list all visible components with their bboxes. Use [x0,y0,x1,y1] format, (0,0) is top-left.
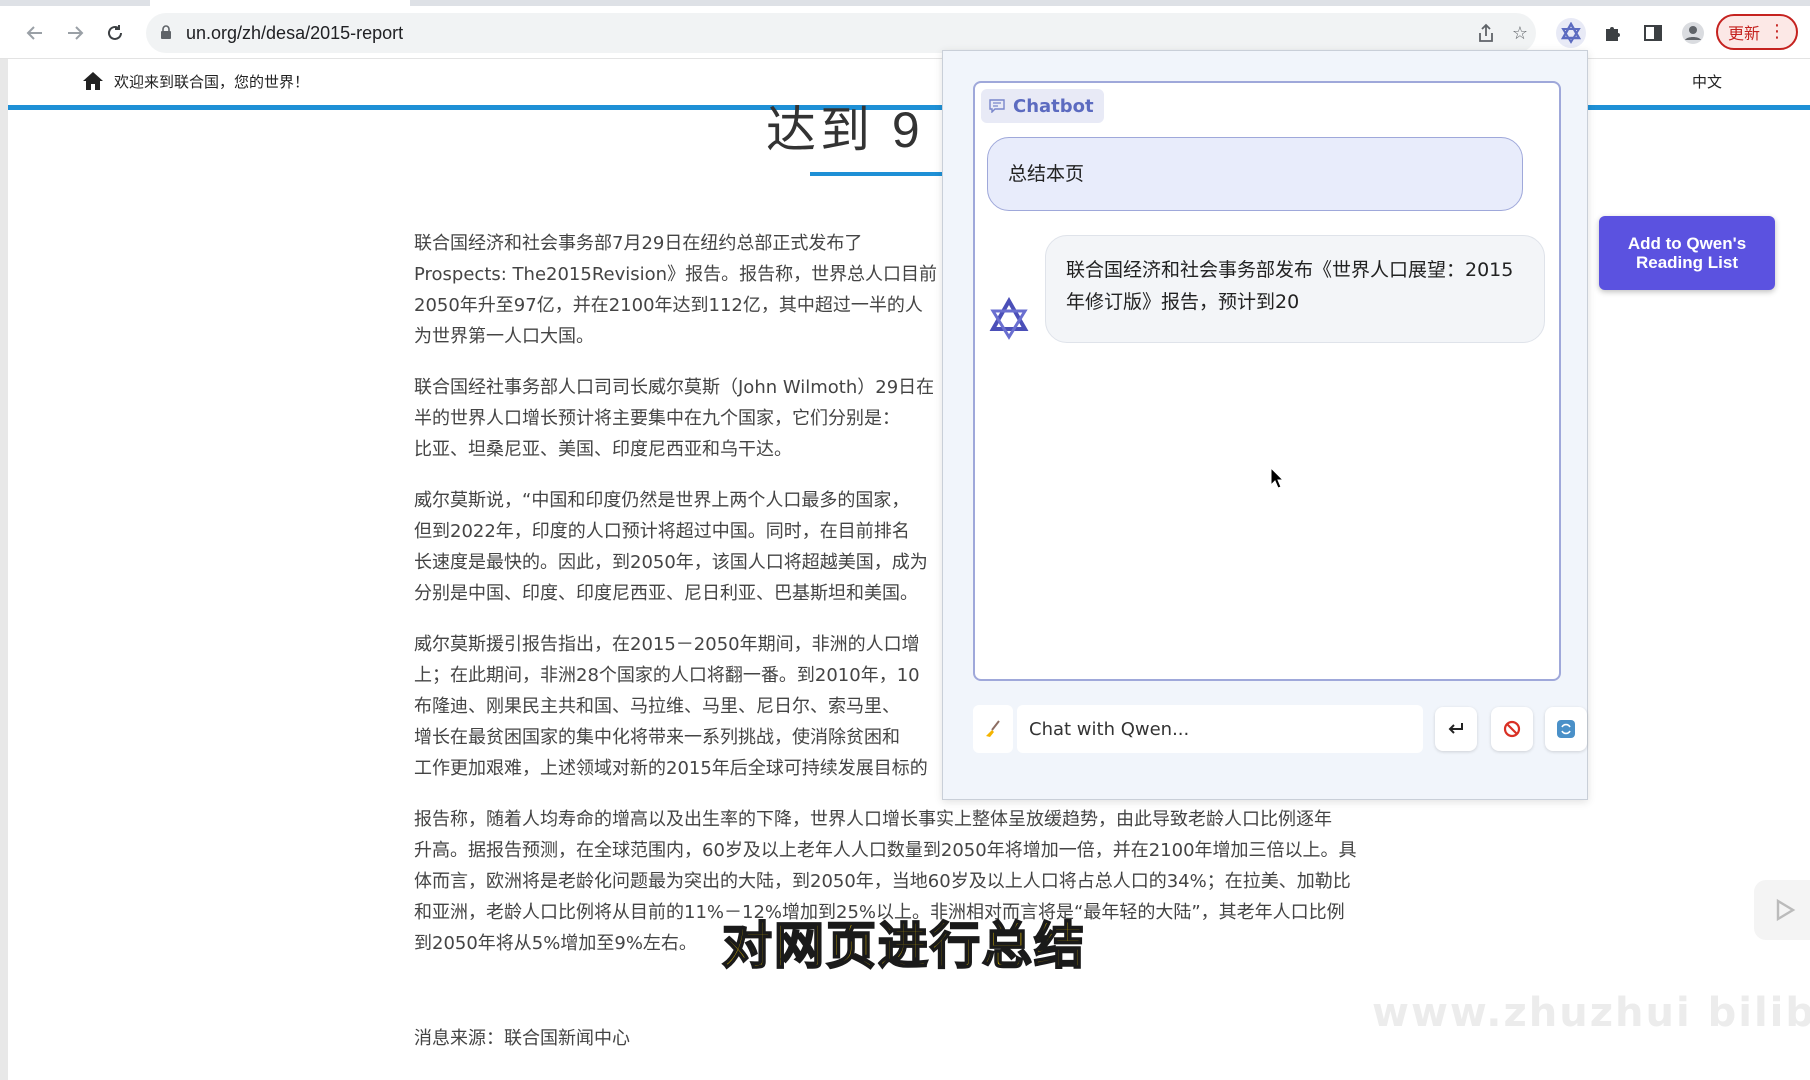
reload-button[interactable] [98,16,132,50]
update-button[interactable]: 更新 ⋮ [1716,14,1798,50]
arrow-right-icon [68,26,84,40]
reload-icon [108,25,122,40]
stop-button[interactable] [1491,707,1533,751]
play-icon [1776,898,1796,922]
side-panel-icon[interactable] [1638,18,1668,48]
qwen-logo-icon [1560,22,1582,44]
add-to-reading-list-button[interactable]: Add to Qwen's Reading List [1599,216,1775,290]
star-icon[interactable]: ☆ [1506,19,1534,47]
article-line: 体而言，欧洲将是老龄化问题最为突出的大陆，到2050年，当地60岁及以上人口将占… [414,871,1351,892]
kebab-menu-icon: ⋮ [1768,21,1786,42]
source-credit: 消息来源：联合国新闻中心 [414,1028,630,1049]
share-icon[interactable] [1472,19,1500,47]
qwen-extension-button[interactable] [1556,18,1586,48]
update-label: 更新 [1727,24,1760,43]
chatbot-label-text: Chatbot [1013,95,1094,117]
refresh-button[interactable] [1545,707,1587,751]
bot-message: 联合国经济和社会事务部发布《世界人口展望：2015年修订版》报告，预计到20 [1045,235,1545,343]
chat-input[interactable] [1017,705,1423,753]
lock-icon [161,25,171,39]
refresh-icon [1557,720,1575,738]
user-message: 总结本页 [987,137,1523,211]
watermark: www.zhuzhui bilibili [1372,990,1810,1036]
qwen-avatar-icon [989,297,1029,340]
page-title: 达到 9 [766,102,924,158]
page-edge [0,59,8,1080]
url-text: un.org/zh/desa/2015-report [186,23,404,43]
chat-bubble-icon [989,99,1005,113]
stop-icon [1503,720,1521,738]
article-line: 报告称，随着人均寿命的增高以及出生率的下降，世界人口增长事实上整体呈放缓趋势，由… [414,809,1332,830]
home-icon[interactable] [82,71,104,91]
forward-button[interactable] [58,16,92,50]
chat-input-row [973,705,1587,753]
broom-icon [986,720,1000,737]
clear-chat-button[interactable] [973,705,1013,753]
back-button[interactable] [18,16,52,50]
chatbot-popup: Chatbot 总结本页 联合国经济和社会事务部发布《世界人口展望：2015年修… [942,50,1588,800]
welcome-text: 欢迎来到联合国，您的世界！ [114,73,310,91]
article-line: 升高。据报告预测，在全球范围内，60岁及以上老年人人口数量到2050年将增加一倍… [414,840,1357,861]
send-button[interactable] [1435,707,1477,751]
puzzle-icon[interactable] [1598,18,1628,48]
profile-icon[interactable] [1678,18,1708,48]
address-bar[interactable]: un.org/zh/desa/2015-report ☆ [146,13,1536,53]
play-button[interactable] [1754,880,1810,940]
chatbot-label: Chatbot [981,89,1104,123]
video-subtitle: 对网页进行总结 [721,916,1086,976]
arrow-left-icon [26,26,42,40]
chat-history: Chatbot 总结本页 联合国经济和社会事务部发布《世界人口展望：2015年修… [973,81,1561,681]
enter-icon [1448,723,1463,734]
mouse-cursor-icon [1270,467,1284,489]
language-link[interactable]: 中文 [1692,71,1722,92]
